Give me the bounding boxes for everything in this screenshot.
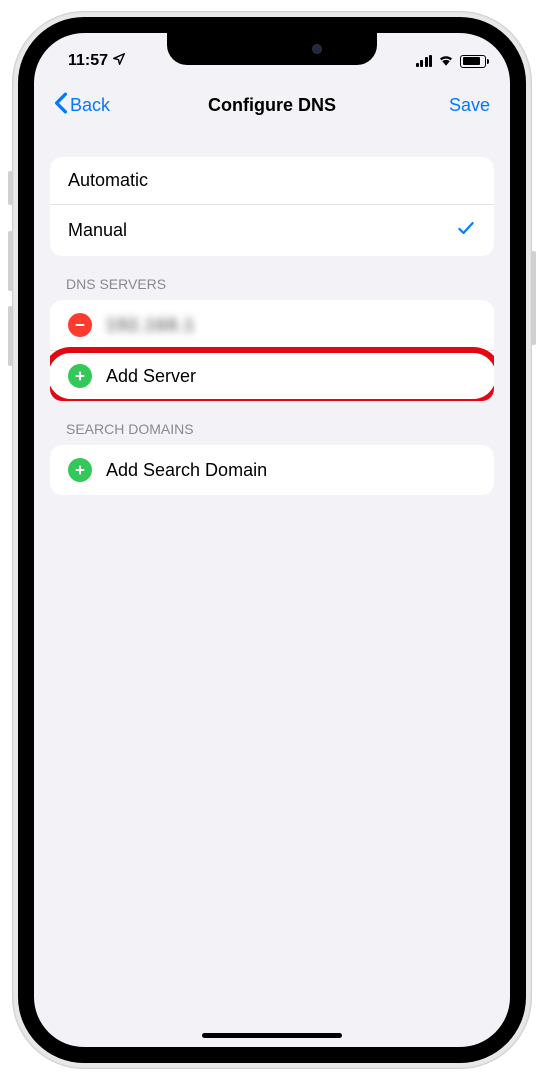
content: Automatic Manual DNS SERVERS — [34, 129, 510, 495]
chevron-left-icon — [54, 92, 68, 119]
power-button — [531, 251, 536, 345]
notch — [167, 33, 377, 65]
add-search-domain-row[interactable]: Add Search Domain — [50, 445, 494, 495]
checkmark-icon — [456, 218, 476, 243]
battery-icon — [460, 55, 486, 68]
dns-servers-header: DNS SERVERS — [34, 256, 510, 300]
save-button[interactable]: Save — [449, 95, 490, 116]
status-time: 11:57 — [68, 52, 108, 70]
home-indicator[interactable] — [202, 1033, 342, 1038]
dns-server-row[interactable]: 192.168.1 — [50, 300, 494, 350]
silence-switch — [8, 171, 13, 205]
add-icon — [68, 364, 92, 388]
add-server-label: Add Server — [106, 366, 196, 387]
dns-mode-section: Automatic Manual — [50, 157, 494, 256]
volume-up-button — [8, 231, 13, 291]
dns-servers-section: 192.168.1 Add Server — [50, 300, 494, 401]
mode-label: Automatic — [68, 170, 148, 191]
mode-manual-row[interactable]: Manual — [50, 204, 494, 256]
mode-automatic-row[interactable]: Automatic — [50, 157, 494, 204]
device-frame: 11:57 Back — [12, 11, 532, 1069]
remove-icon[interactable] — [68, 313, 92, 337]
back-button[interactable]: Back — [54, 92, 110, 119]
add-icon — [68, 458, 92, 482]
wifi-icon — [437, 52, 455, 71]
device-bezel: 11:57 Back — [18, 17, 526, 1063]
dns-server-value: 192.168.1 — [106, 315, 195, 336]
cellular-signal-icon — [416, 55, 433, 67]
location-arrow-icon — [112, 52, 126, 71]
page-title: Configure DNS — [208, 95, 336, 116]
add-server-row[interactable]: Add Server — [50, 350, 494, 401]
navigation-bar: Back Configure DNS Save — [34, 81, 510, 129]
add-search-domain-label: Add Search Domain — [106, 460, 267, 481]
search-domains-section: Add Search Domain — [50, 445, 494, 495]
front-camera — [312, 44, 322, 54]
search-domains-header: SEARCH DOMAINS — [34, 401, 510, 445]
volume-down-button — [8, 306, 13, 366]
screen: 11:57 Back — [34, 33, 510, 1047]
back-label: Back — [70, 95, 110, 116]
mode-label: Manual — [68, 220, 127, 241]
